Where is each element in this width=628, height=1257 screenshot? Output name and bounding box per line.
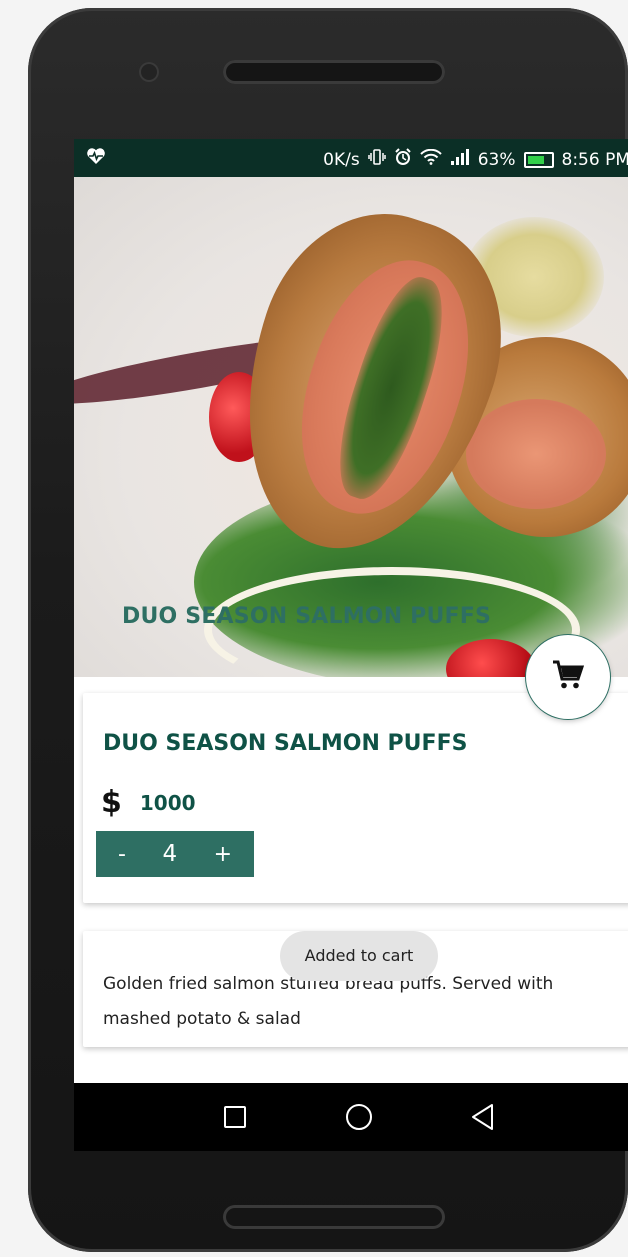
product-price: 1000 — [139, 790, 196, 815]
hero-salmon-right — [466, 399, 606, 509]
status-indicators: 0K/s 63% 8:56 PM — [323, 148, 628, 171]
quantity-stepper: - 4 + — [96, 831, 254, 877]
app-screen: 0K/s 63% 8:56 PM DUO SEASON SALMON PUFFS… — [74, 139, 628, 1151]
wifi-icon — [419, 148, 442, 170]
phone-frame: 0K/s 63% 8:56 PM DUO SEASON SALMON PUFFS… — [28, 8, 628, 1252]
earpiece-speaker — [223, 60, 445, 84]
battery-percent: 63% — [477, 149, 516, 170]
home-circle-icon — [345, 1103, 373, 1131]
bottom-speaker — [223, 1205, 445, 1229]
quantity-increase-button[interactable]: + — [214, 842, 232, 867]
back-triangle-icon — [470, 1103, 496, 1131]
price-row: $ 1000 — [101, 785, 196, 820]
recents-square-icon — [223, 1105, 247, 1129]
added-to-cart-toast: Added to cart — [280, 931, 438, 981]
front-camera — [139, 62, 159, 82]
signal-icon — [450, 149, 470, 170]
back-button[interactable] — [469, 1103, 497, 1131]
system-nav-bar — [74, 1083, 628, 1151]
alarm-icon — [394, 148, 412, 171]
quantity-decrease-button[interactable]: - — [118, 842, 126, 867]
product-info-card: DUO SEASON SALMON PUFFS $ 1000 - 4 + — [83, 693, 628, 903]
product-hero-image: DUO SEASON SALMON PUFFS — [74, 177, 628, 677]
product-title: DUO SEASON SALMON PUFFS — [103, 731, 468, 756]
hero-title: DUO SEASON SALMON PUFFS — [122, 604, 492, 629]
home-button[interactable] — [345, 1103, 373, 1131]
network-speed: 0K/s — [323, 149, 360, 170]
heart-pulse-icon — [86, 147, 106, 170]
status-time: 8:56 PM — [561, 149, 628, 170]
quantity-value: 4 — [162, 841, 178, 867]
currency-symbol: $ — [101, 785, 122, 820]
add-to-cart-button[interactable] — [526, 635, 610, 719]
recents-button[interactable] — [221, 1103, 249, 1131]
battery-icon — [523, 151, 554, 168]
status-bar: 0K/s 63% 8:56 PM — [74, 139, 628, 177]
shopping-cart-icon — [552, 660, 585, 694]
vibrate-icon — [367, 149, 386, 170]
